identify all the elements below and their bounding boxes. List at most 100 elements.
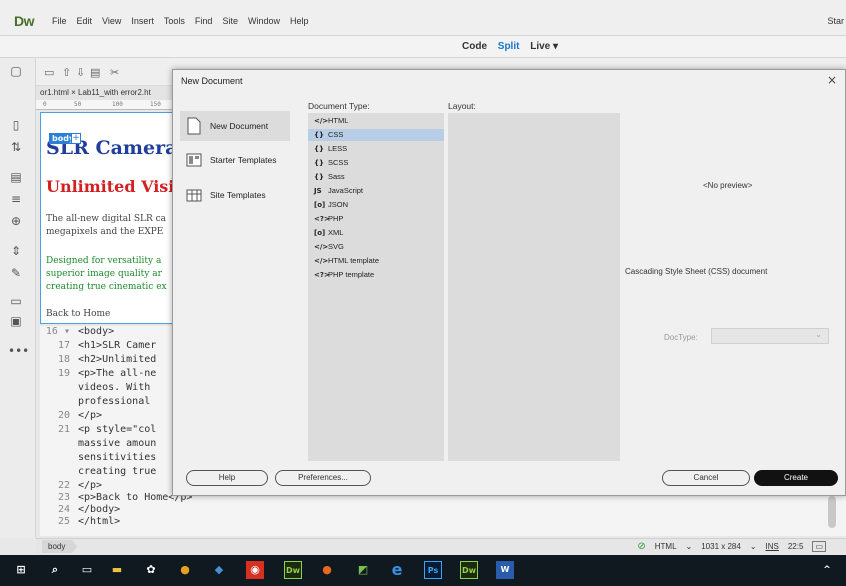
app-icon[interactable]: ◉ bbox=[246, 561, 264, 579]
code-text: creating true bbox=[78, 466, 157, 477]
tag-selector[interactable]: body bbox=[42, 540, 78, 553]
menu-tools[interactable]: Tools bbox=[164, 16, 185, 26]
line-number: 19 bbox=[57, 368, 70, 379]
preferences-button[interactable]: Preferences... bbox=[275, 470, 371, 486]
doc-type-sass[interactable]: {} Sass bbox=[308, 171, 444, 183]
chevron-down-icon[interactable]: ⌄ bbox=[686, 542, 693, 551]
language-select[interactable]: HTML bbox=[655, 542, 677, 551]
start-workspace-label[interactable]: Star bbox=[827, 16, 844, 26]
system-tray-icon[interactable]: ^ ☁ bbox=[818, 561, 836, 586]
close-icon[interactable]: × bbox=[827, 73, 837, 87]
file-icon[interactable]: ▯ bbox=[8, 118, 24, 132]
design-paragraph-3[interactable]: Back to Home bbox=[46, 309, 110, 319]
doc-type-json[interactable]: [o] JSON bbox=[308, 199, 444, 211]
menu-edit[interactable]: Edit bbox=[77, 16, 93, 26]
code-line[interactable]: 20 </p> bbox=[40, 410, 102, 422]
app-icon[interactable]: ✿ bbox=[142, 561, 160, 579]
windows-start-icon[interactable]: ⊞ bbox=[12, 561, 30, 579]
window-size[interactable]: 1031 x 284 bbox=[701, 542, 741, 551]
menu-help[interactable]: Help bbox=[290, 16, 309, 26]
layout-list[interactable] bbox=[448, 113, 620, 461]
more-icon[interactable]: ••• bbox=[8, 344, 29, 358]
dreamweaver-icon[interactable]: Dw bbox=[284, 561, 302, 579]
menu-view[interactable]: View bbox=[102, 16, 121, 26]
upload-icon[interactable]: ⇧ bbox=[62, 66, 71, 79]
doc-type-scss[interactable]: {} SCSS bbox=[308, 157, 444, 169]
doc-type-svg[interactable]: </>SVG bbox=[308, 241, 444, 253]
file-explorer-icon[interactable]: ▬ bbox=[108, 561, 126, 579]
app-icon[interactable]: ◆ bbox=[210, 561, 228, 579]
code-view-button[interactable]: Code bbox=[462, 41, 487, 52]
task-view-icon[interactable]: ▭ bbox=[78, 561, 96, 579]
doc-type-less[interactable]: {} LESS bbox=[308, 143, 444, 155]
doctype-select[interactable]: ⌄ bbox=[711, 328, 829, 344]
create-button[interactable]: Create bbox=[754, 470, 838, 486]
firefox-icon[interactable]: ● bbox=[318, 561, 336, 579]
code-line[interactable]: 21 <p style="col bbox=[40, 424, 156, 436]
code-line[interactable]: massive amoun bbox=[40, 438, 156, 450]
design-heading-2[interactable]: Unlimited Visio bbox=[46, 177, 185, 196]
category-new-document[interactable]: New Document bbox=[180, 111, 290, 141]
snippet-icon[interactable]: ▭ bbox=[8, 294, 24, 308]
paragraph-line: The all-new digital SLR ca bbox=[46, 214, 167, 224]
json-icon: [o] bbox=[314, 201, 326, 209]
code-line[interactable]: 17 <h1>SLR Camer bbox=[40, 340, 156, 352]
doc-type-xml[interactable]: [o] XML bbox=[308, 227, 444, 239]
code-text: </p> bbox=[78, 480, 103, 491]
code-line[interactable]: 16 ▾ <body> bbox=[40, 326, 114, 338]
menu-insert[interactable]: Insert bbox=[131, 16, 154, 26]
menu-file[interactable]: File bbox=[52, 16, 67, 26]
design-paragraph-2[interactable]: Designed for versatility a superior imag… bbox=[46, 255, 167, 294]
split-view-button[interactable]: Split bbox=[498, 41, 520, 52]
sort-icon[interactable]: ⇅ bbox=[8, 140, 24, 154]
code-line[interactable]: videos. With bbox=[40, 382, 150, 394]
code-line[interactable]: professional bbox=[40, 396, 150, 408]
code-line[interactable]: 24 </body> bbox=[40, 504, 120, 516]
doc-type-css[interactable]: {} CSS bbox=[308, 129, 444, 141]
category-site-templates[interactable]: Site Templates bbox=[180, 180, 290, 210]
target-icon[interactable]: ⊕ bbox=[8, 214, 24, 228]
doc-type-javascript[interactable]: JS JavaScript bbox=[308, 185, 444, 197]
code-line[interactable]: 18 <h2>Unlimited bbox=[40, 354, 156, 366]
chevron-down-icon[interactable]: ⌄ bbox=[750, 542, 757, 551]
code-line[interactable]: sensitivities bbox=[40, 452, 156, 464]
live-view-button[interactable]: Live ▾ bbox=[530, 41, 558, 52]
print-icon[interactable]: ▤ bbox=[90, 66, 100, 79]
category-starter-templates[interactable]: Starter Templates bbox=[180, 145, 290, 175]
open-icon[interactable]: ▭ bbox=[44, 66, 54, 79]
expand-icon[interactable]: ⇕ bbox=[8, 244, 24, 258]
menu-window[interactable]: Window bbox=[248, 16, 280, 26]
code-line[interactable]: 25 </html> bbox=[40, 516, 120, 528]
cancel-button[interactable]: Cancel bbox=[662, 470, 750, 486]
code-line[interactable]: 23 <p>Back to Home</p> bbox=[40, 492, 192, 504]
dreamweaver-icon[interactable]: Dw bbox=[460, 561, 478, 579]
design-paragraph-1[interactable]: The all-new digital SLR ca megapixels an… bbox=[46, 213, 166, 239]
doc-type-html[interactable]: </>HTML bbox=[308, 115, 444, 127]
code-scrollbar[interactable] bbox=[828, 496, 836, 528]
clipboard-icon[interactable]: ▤ bbox=[8, 170, 24, 184]
menu-find[interactable]: Find bbox=[195, 16, 213, 26]
menu-site[interactable]: Site bbox=[222, 16, 238, 26]
code-text: <p>The all-ne bbox=[78, 368, 157, 379]
edge-icon[interactable]: e bbox=[388, 561, 406, 579]
cut-icon[interactable]: ✂ bbox=[110, 66, 119, 79]
word-icon[interactable]: W bbox=[496, 561, 514, 579]
photoshop-icon[interactable]: Ps bbox=[424, 561, 442, 579]
search-icon[interactable]: ⌕ bbox=[46, 561, 64, 579]
code-line[interactable]: 22 </p> bbox=[40, 480, 102, 492]
brush-icon[interactable]: ✎ bbox=[8, 266, 24, 280]
new-file-icon[interactable]: ▢ bbox=[8, 64, 24, 78]
doc-type-html-template[interactable]: </>HTML template bbox=[308, 255, 444, 267]
align-icon[interactable]: ≡ bbox=[8, 192, 24, 206]
panel-icon[interactable]: ▣ bbox=[8, 314, 24, 328]
preview-icon[interactable]: ▭ bbox=[812, 541, 826, 552]
add-element-button[interactable]: + bbox=[71, 133, 81, 144]
doc-type-php-template[interactable]: <?>PHP template bbox=[308, 269, 444, 281]
app-icon[interactable]: ◩ bbox=[354, 561, 372, 579]
code-line[interactable]: creating true bbox=[40, 466, 156, 478]
chrome-icon[interactable]: ● bbox=[176, 561, 194, 579]
help-button[interactable]: Help bbox=[186, 470, 268, 486]
doc-type-php[interactable]: <?>PHP bbox=[308, 213, 444, 225]
download-icon[interactable]: ⇩ bbox=[76, 66, 85, 79]
code-line[interactable]: 19 <p>The all-ne bbox=[40, 368, 156, 380]
